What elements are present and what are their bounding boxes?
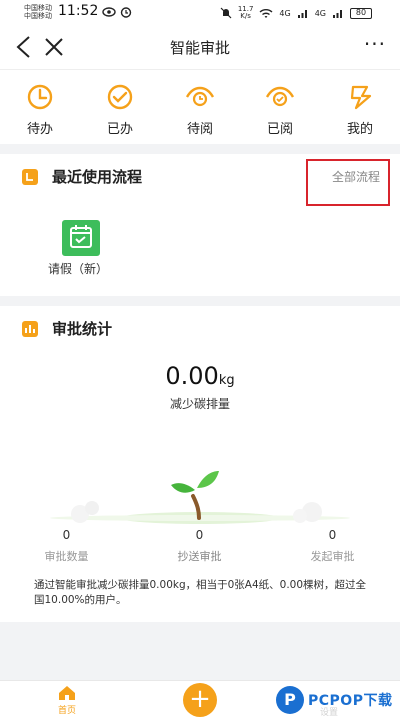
quick-label: 已阅 [266,122,293,137]
stat-value: 0 [328,528,337,542]
wifi-icon [259,8,273,18]
user-doc-icon [350,85,372,110]
carbon-number: 0.00 [165,362,219,390]
tab-home-label: 首页 [57,706,76,716]
stat-initiated: 0 发起审批 [266,528,399,564]
tab-home[interactable]: 首页 [54,685,80,716]
eye-clock-icon [185,86,215,107]
net-speed: 11.7 K/s [238,6,254,20]
nav-bar: 智能审批 ··· [0,26,400,70]
status-icons-right: 11.7 K/s 4G 4G 80 [220,6,372,20]
net-speed-unit: K/s [240,12,251,20]
check-clock-icon [107,84,133,110]
carbon-value: 0.00kg [0,362,400,390]
quick-label: 待办 [26,122,53,137]
stat-value: 0 [62,528,71,542]
quick-actions: 待办 已办 待阅 已阅 我的 [0,70,400,144]
watermark-text: PCPOP下载 [308,693,393,709]
stats-section-icon [22,320,38,337]
carrier-1: 中国移动 [24,4,52,12]
recent-section-icon [22,168,38,185]
watermark-logo: P [276,686,304,714]
home-icon [59,686,75,700]
eye-check-icon [265,86,295,107]
carbon-unit: kg [218,373,235,388]
status-bar: 中国移动 中国移动 11:52 11.7 K/s 4G 4G 80 [0,0,400,26]
stats-header: 审批统计 [22,318,112,339]
clock-icon [27,84,53,110]
recent-title: 最近使用流程 [52,168,143,186]
quick-label: 已办 [106,122,133,137]
quick-to-read[interactable]: 待阅 [160,70,240,144]
stat-value: 0 [195,528,204,542]
watermark: P PCPOP下载 [276,684,396,716]
quick-done[interactable]: 已办 [80,70,160,144]
add-button[interactable]: + [183,683,217,717]
signal-1-label: 4G [279,8,291,18]
recent-flows-card: 最近使用流程 全部流程 请假（新） [0,154,400,296]
calendar-check-icon [70,225,92,248]
signal-2-icon [333,9,342,18]
mute-icon [220,7,232,19]
stat-cc: 0 抄送审批 [133,528,266,564]
quick-label: 我的 [346,122,373,137]
stat-label: 审批数量 [44,550,89,563]
page-title: 智能审批 [169,39,230,57]
status-icons-left [102,6,132,18]
signal-1-icon [297,9,307,18]
highlight-box [306,159,390,206]
leave-flow-button[interactable] [62,220,100,256]
approval-stats-card: 审批统计 0.00kg 减少碳排量 0 审批数量 0 抄送审批 0 发起审批 通… [0,306,400,622]
more-menu-icon[interactable]: ··· [364,32,386,56]
bar-chart-icon [25,324,35,333]
stats-columns: 0 审批数量 0 抄送审批 0 发起审批 [0,528,400,564]
status-time: 11:52 [58,3,99,19]
quick-read[interactable]: 已阅 [240,70,320,144]
quick-label: 待阅 [186,122,213,137]
carbon-label: 减少碳排量 [169,397,230,411]
carrier-2: 中国移动 [24,12,52,20]
stat-label: 抄送审批 [177,550,222,563]
stats-title: 审批统计 [52,320,113,338]
recent-header: 最近使用流程 [22,166,142,187]
alarm-icon [120,7,132,18]
quick-mine[interactable]: 我的 [320,70,400,144]
stat-label: 发起审批 [310,550,355,563]
carrier-info: 中国移动 中国移动 [24,4,52,20]
battery-indicator: 80 [350,7,372,19]
signal-2-label: 4G [314,8,326,18]
quick-todo[interactable]: 待办 [0,70,80,144]
stat-approvals: 0 审批数量 [0,528,133,564]
carbon-note: 通过智能审批减少碳排量0.00kg，相当于0张A4纸、0.00棵树，超过全国10… [34,579,367,606]
leave-flow-label[interactable]: 请假（新） [48,260,108,277]
recent-glyph-icon [26,172,33,181]
notification-icon [102,7,116,17]
